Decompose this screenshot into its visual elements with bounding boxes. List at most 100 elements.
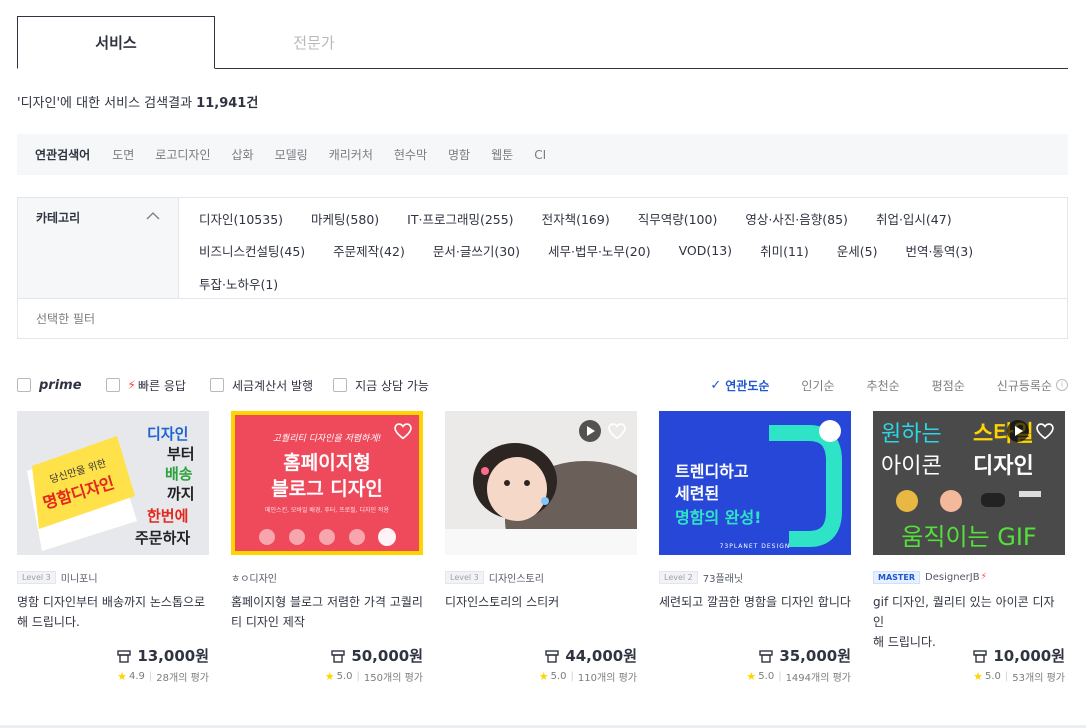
service-card[interactable]: 원하는 스타일 아이콘 디자인 움직이는 GIF MASTER Designer…	[873, 411, 1065, 684]
prime-filter[interactable]: prime	[17, 378, 82, 393]
card-price: 35,000원	[759, 645, 851, 666]
card-image: 당신만을 위한 명함디자인 디자인 부터 배송 까지 한번에 주문하자	[17, 411, 209, 555]
review-count: 1494개의 평가	[785, 673, 851, 684]
category-item[interactable]: 세무·법무·노무(20)	[548, 241, 651, 260]
service-card[interactable]: 당신만을 위한 명함디자인 디자인 부터 배송 까지 한번에 주문하자 Leve…	[17, 411, 209, 684]
card-seller: MASTER DesignerJB ⚡	[873, 570, 1065, 584]
sort-relevance[interactable]: ✓ 연관도순	[710, 377, 769, 394]
card-title[interactable]: 홈페이지형 블로그 저렴한 가격 고퀄리 티 디자인 제작	[231, 592, 423, 632]
price-value: 44,000원	[565, 647, 637, 665]
rating-value: 5.0	[758, 671, 775, 682]
consult-now-checkbox[interactable]	[333, 378, 348, 392]
service-card[interactable]: Level 3 디자인스토리 디자인스토리의 스티커 44,000원 ★ 5.0…	[445, 411, 637, 684]
card-title[interactable]: gif 디자인, 퀄리티 있는 아이콘 디자인 해 드립니다.	[873, 592, 1065, 649]
category-item[interactable]: 취업·입시(47)	[876, 209, 952, 228]
related-keyword[interactable]: 현수막	[394, 146, 427, 163]
sort-rating[interactable]: 평점순	[932, 377, 965, 394]
card-price: 44,000원	[545, 645, 637, 666]
consult-now-filter[interactable]: 지금 상담 가능	[333, 377, 429, 394]
tax-invoice-checkbox[interactable]	[209, 378, 224, 392]
heart-icon[interactable]	[1034, 420, 1056, 442]
tab-experts[interactable]: 전문가	[215, 16, 413, 69]
related-keywords: 연관검색어 도면 로고디자인 삽화 모델링 캐리커처 현수막 명함 웹툰 CI	[17, 134, 1068, 175]
related-keyword[interactable]: 삽화	[232, 146, 254, 163]
chevron-up-icon[interactable]	[145, 208, 161, 224]
category-item[interactable]: 취미(11)	[760, 241, 809, 260]
related-keyword[interactable]: CI	[534, 148, 546, 162]
rating-value: 5.0	[550, 671, 567, 682]
seller-name[interactable]: DesignerJB	[925, 572, 980, 583]
svg-text:고퀄리티 디자인을 저렴하게!: 고퀄리티 디자인을 저렴하게!	[273, 433, 382, 444]
category-item[interactable]: 투잡·노하우(1)	[199, 274, 278, 293]
seller-name[interactable]: ㅎㅇ디자인	[231, 570, 277, 585]
category-item[interactable]: 영상·사진·음향(85)	[745, 209, 848, 228]
heart-icon[interactable]	[392, 420, 414, 442]
related-keyword[interactable]: 캐리커처	[329, 146, 373, 163]
category-item[interactable]: VOD(13)	[679, 243, 732, 258]
info-icon[interactable]: i	[1056, 379, 1068, 391]
svg-text:배송: 배송	[165, 465, 193, 483]
fast-response-filter[interactable]: ⚡ 빠른 응답	[105, 377, 186, 394]
seller-name[interactable]: 미니포니	[61, 570, 98, 585]
card-title[interactable]: 명함 디자인부터 배송까지 논스톱으로 해 드립니다.	[17, 592, 209, 632]
related-keyword[interactable]: 로고디자인	[155, 146, 210, 163]
tax-invoice-filter[interactable]: 세금계산서 발행	[209, 377, 313, 394]
lightning-icon: ⚡	[980, 572, 987, 582]
card-thumbnail[interactable]: 트렌디하고 세련된 명함의 완성! 73PLANET DESIGN	[659, 411, 851, 555]
related-keyword[interactable]: 웹툰	[491, 146, 513, 163]
selected-filter: 선택한 필터	[18, 298, 1067, 338]
category-item[interactable]: 번역·통역(3)	[905, 241, 973, 260]
card-thumbnail[interactable]	[445, 411, 637, 555]
category-item[interactable]: 문서·글쓰기(30)	[433, 241, 520, 260]
card-title-line: gif 디자인, 퀄리티 있는 아이콘 디자인	[873, 595, 1055, 629]
category-item[interactable]: 운세(5)	[837, 241, 878, 260]
fast-response-checkbox[interactable]	[105, 378, 120, 392]
card-thumbnail[interactable]: 원하는 스타일 아이콘 디자인 움직이는 GIF	[873, 411, 1065, 555]
check-icon: ✓	[710, 377, 722, 393]
play-icon[interactable]	[1007, 420, 1029, 442]
related-keyword[interactable]: 도면	[112, 146, 134, 163]
category-item[interactable]: 전자책(169)	[542, 209, 610, 228]
play-icon[interactable]	[579, 420, 601, 442]
heart-icon[interactable]	[606, 420, 628, 442]
price-value: 50,000원	[351, 647, 423, 665]
rating-value: 5.0	[336, 671, 353, 682]
sort-newest[interactable]: 신규등록순 i	[997, 377, 1068, 394]
card-image: 트렌디하고 세련된 명함의 완성! 73PLANET DESIGN	[659, 411, 851, 555]
category-row: 투잡·노하우(1)	[199, 267, 1059, 300]
tab-services[interactable]: 서비스	[17, 16, 215, 69]
seller-name[interactable]: 디자인스토리	[489, 570, 544, 585]
sort-popular[interactable]: 인기순	[801, 377, 834, 394]
fast-response-label: 빠른 응답	[137, 378, 186, 393]
related-keyword[interactable]: 명함	[448, 146, 470, 163]
sort-recommended[interactable]: 추천순	[867, 377, 900, 394]
divider: |	[1004, 671, 1009, 682]
service-card[interactable]: 고퀄리티 디자인을 저렴하게! 홈페이지형 블로그 디자인 메인스킨, 모바일 …	[231, 411, 423, 684]
category-item[interactable]: 주문제작(42)	[333, 241, 405, 260]
prime-checkbox[interactable]	[17, 378, 31, 392]
related-keywords-label: 연관검색어	[35, 148, 91, 162]
level-badge: Level 2	[659, 570, 698, 584]
star-icon: ★	[117, 670, 127, 683]
category-item[interactable]: 비즈니스컨설팅(45)	[199, 241, 305, 260]
master-badge: MASTER	[873, 570, 920, 584]
svg-text:디자인: 디자인	[973, 454, 1034, 479]
result-query: '디자인'에 대한 서비스 검색결과	[17, 96, 193, 111]
review-count: 110개의 평가	[577, 673, 637, 684]
divider: |	[356, 671, 360, 682]
related-keyword[interactable]: 모델링	[275, 146, 308, 163]
card-title[interactable]: 디자인스토리의 스티커	[445, 592, 637, 632]
category-item[interactable]: 마케팅(580)	[311, 209, 379, 228]
category-item[interactable]: 디자인(10535)	[199, 209, 283, 228]
result-summary: '디자인'에 대한 서비스 검색결과 11,941건	[17, 92, 258, 111]
seller-name[interactable]: 73플래닛	[703, 570, 743, 585]
svg-text:디자인: 디자인	[147, 425, 188, 443]
card-thumbnail[interactable]: 고퀄리티 디자인을 저렴하게! 홈페이지형 블로그 디자인 메인스킨, 모바일 …	[231, 411, 423, 555]
service-card[interactable]: 트렌디하고 세련된 명함의 완성! 73PLANET DESIGN Level …	[659, 411, 851, 684]
card-thumbnail[interactable]: 당신만을 위한 명함디자인 디자인 부터 배송 까지 한번에 주문하자	[17, 411, 209, 555]
category-item[interactable]: 직무역량(100)	[638, 209, 718, 228]
rating-value: 4.9	[129, 671, 145, 682]
card-title[interactable]: 세련되고 깔끔한 명함을 디자인 합니다	[659, 592, 851, 632]
sort-relevance-label: 연관도순	[725, 378, 770, 393]
category-item[interactable]: IT·프로그래밍(255)	[407, 209, 513, 228]
